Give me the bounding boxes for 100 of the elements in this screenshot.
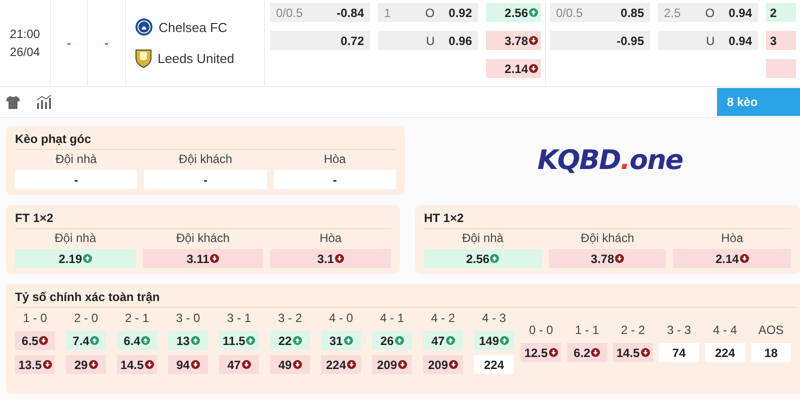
- odds-cell[interactable]: 11.5: [219, 331, 259, 350]
- odds-cell[interactable]: 209: [372, 355, 412, 374]
- odds-cell[interactable]: 224: [474, 355, 514, 374]
- down-arrow-icon: [42, 360, 52, 369]
- odds-cell[interactable]: 224: [705, 343, 745, 362]
- down-arrow-icon: [591, 348, 600, 357]
- odds-cell[interactable]: 94: [168, 355, 208, 374]
- column-label: Đội nhà: [461, 231, 504, 245]
- column-label: Hòa: [322, 152, 347, 166]
- odds-cell[interactable]: 209: [423, 355, 463, 374]
- down-arrow-icon: [334, 254, 344, 263]
- down-arrow-icon: [529, 64, 538, 73]
- down-arrow-icon: [210, 254, 220, 263]
- odds-cell[interactable]: 2.19: [15, 249, 136, 268]
- score-label: 3 - 0: [176, 310, 200, 326]
- score-label: 3 - 3: [666, 322, 691, 338]
- odds-cell[interactable]: 6.5: [15, 331, 55, 350]
- odds-cell[interactable]: 31: [321, 331, 361, 350]
- column-label: Đội khách: [178, 152, 234, 166]
- odds-cell[interactable]: 149: [474, 331, 514, 350]
- score-label: 4 - 2: [430, 310, 455, 326]
- odds-cell[interactable]: 2.5 O 0.94: [658, 3, 758, 22]
- odds-cell[interactable]: -: [144, 170, 267, 189]
- section-title: HT 1×2: [424, 211, 791, 229]
- score-label: 3 - 2: [278, 310, 302, 326]
- odds-cell[interactable]: 2.56: [424, 249, 542, 268]
- odds-cell[interactable]: 14.5: [613, 343, 653, 362]
- odds-cell[interactable]: 2.56: [486, 3, 541, 22]
- bar-chart-icon[interactable]: [36, 95, 52, 109]
- odds-cell[interactable]: 3.78: [486, 31, 541, 50]
- score-label: 4 - 0: [328, 310, 353, 326]
- odds-cell[interactable]: 14.5: [117, 355, 157, 374]
- up-arrow-icon: [490, 254, 500, 263]
- odds-cell[interactable]: 2.14: [673, 249, 791, 268]
- odds-cell[interactable]: 12.5: [521, 343, 561, 362]
- up-arrow-icon: [90, 336, 100, 345]
- match-date: 26/04: [10, 44, 40, 61]
- odds-cell[interactable]: 2.14: [486, 59, 541, 78]
- odds-cell[interactable]: U 0.96: [378, 31, 478, 50]
- down-arrow-icon: [548, 348, 558, 357]
- odds-cell[interactable]: 3.1: [270, 249, 391, 268]
- team-name: Leeds United: [158, 50, 234, 66]
- odds-cell[interactable]: 18: [751, 343, 791, 362]
- score-label: 1 - 1: [574, 322, 599, 338]
- shield-crest-icon: [134, 48, 152, 68]
- down-arrow-icon: [740, 254, 749, 263]
- odds-cell[interactable]: 3.78: [548, 249, 666, 268]
- down-arrow-icon: [242, 360, 251, 369]
- up-arrow-icon: [292, 336, 302, 345]
- odds-cell[interactable]: -0.95: [550, 31, 650, 50]
- section-title: FT 1×2: [15, 211, 391, 229]
- up-arrow-icon: [141, 336, 150, 345]
- section-title: Kèo phạt góc: [15, 132, 396, 150]
- score-label: 4 - 1: [380, 310, 404, 326]
- odds-cell[interactable]: 29: [66, 355, 106, 374]
- site-logo[interactable]: KQBD.one: [537, 145, 683, 176]
- odds-cell[interactable]: 47: [423, 331, 463, 350]
- score-label: 4 - 4: [712, 322, 737, 338]
- score-label: 2 - 1: [124, 310, 149, 326]
- match-time: 21:00: [10, 26, 40, 43]
- odds-cell[interactable]: 7.4: [66, 331, 106, 350]
- column-label: Đội khách: [175, 231, 231, 245]
- odds-cell[interactable]: U 0.94: [658, 31, 758, 50]
- odds-cell[interactable]: 47: [219, 355, 259, 374]
- odds-cell[interactable]: 0/0.5 -0.84: [270, 3, 370, 22]
- odds-cell[interactable]: 26: [372, 331, 412, 350]
- up-arrow-icon: [190, 336, 200, 345]
- down-arrow-icon: [640, 348, 650, 357]
- odds-cell[interactable]: 74: [659, 343, 699, 362]
- odds-cell[interactable]: [766, 59, 796, 78]
- odds-cell[interactable]: 6.4: [117, 331, 157, 350]
- odds-cell[interactable]: 0/0.5 0.85: [550, 3, 650, 22]
- up-arrow-icon: [446, 336, 455, 345]
- up-arrow-icon: [529, 8, 538, 17]
- odds-cell[interactable]: 13: [168, 331, 208, 350]
- down-arrow-icon: [529, 36, 538, 45]
- team-name: Chelsea FC: [158, 20, 228, 34]
- round-crest-icon: [134, 18, 153, 36]
- down-arrow-icon: [39, 336, 48, 345]
- odds-cell[interactable]: 2: [766, 3, 796, 22]
- odds-cell[interactable]: 224: [321, 355, 361, 374]
- up-arrow-icon: [83, 254, 92, 263]
- section-title: Tỷ số chính xác toàn trận: [15, 290, 797, 308]
- odds-cell[interactable]: -: [274, 170, 396, 189]
- odds-cell[interactable]: 13.5: [15, 355, 55, 374]
- odds-cell[interactable]: -: [15, 170, 138, 189]
- odds-cell[interactable]: 0.72: [270, 31, 370, 50]
- odds-cell[interactable]: 3: [766, 31, 796, 50]
- down-arrow-icon: [190, 360, 200, 369]
- score-label: 3 - 1: [226, 310, 251, 326]
- shirt-icon[interactable]: [6, 96, 20, 108]
- odds-cell[interactable]: 1 O 0.92: [378, 3, 478, 22]
- odds-cell[interactable]: 6.2: [567, 343, 607, 362]
- down-arrow-icon: [347, 360, 356, 369]
- up-arrow-icon: [394, 336, 404, 345]
- odds-cell[interactable]: 3.11: [142, 249, 264, 268]
- down-arrow-icon: [398, 360, 408, 369]
- away-score: -: [104, 36, 108, 50]
- odds-cell[interactable]: 22: [270, 331, 310, 350]
- odds-cell[interactable]: 49: [270, 355, 310, 374]
